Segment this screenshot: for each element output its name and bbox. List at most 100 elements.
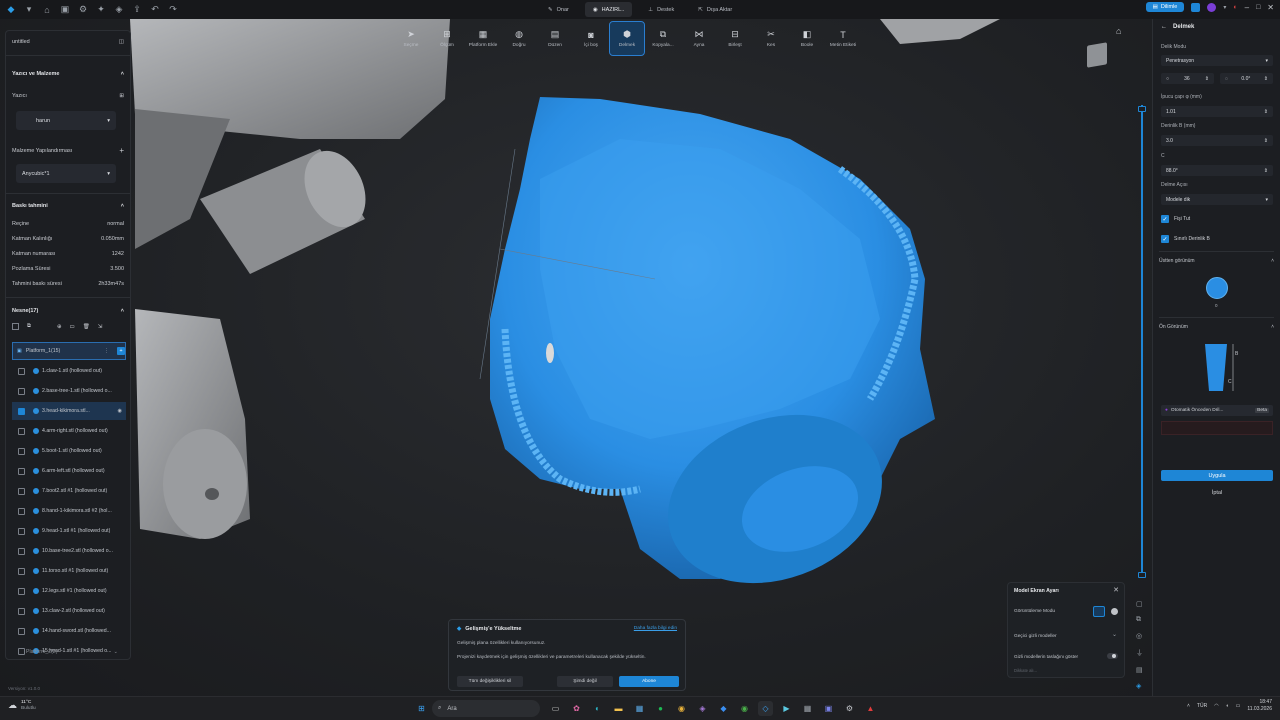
app-badge-icon[interactable] bbox=[1191, 2, 1201, 12]
user-avatar[interactable] bbox=[1207, 2, 1217, 12]
back-arrow-icon[interactable]: ← bbox=[1161, 24, 1167, 30]
object-checkbox[interactable] bbox=[18, 547, 25, 555]
dropdown-icon[interactable]: ▾ bbox=[22, 3, 36, 17]
show-hidden-toggle[interactable] bbox=[1107, 653, 1118, 659]
language-indicator[interactable]: TÜR bbox=[1197, 703, 1207, 709]
stepper-icon[interactable]: ⇕ bbox=[1264, 76, 1268, 82]
printer-select[interactable]: harun ▾ bbox=[16, 111, 116, 130]
keep-tip-checkbox[interactable]: ✓ Fişi Tut bbox=[1161, 215, 1190, 223]
discard-changes-button[interactable]: Tüm değişiklikleri sil bbox=[457, 676, 523, 687]
photos-icon[interactable]: ◆ bbox=[716, 701, 731, 716]
tool-level[interactable]: ◍ Doğru bbox=[502, 22, 536, 55]
chrome-icon[interactable]: ◉ bbox=[674, 701, 689, 716]
undo-icon[interactable]: ↶ bbox=[148, 3, 162, 17]
object-row[interactable]: 8.hand-1-kikimora.stl #2 (hol... bbox=[12, 502, 126, 520]
tab-export[interactable]: ⇱ Dışa Aktar bbox=[690, 2, 740, 17]
tool-mirror[interactable]: ⋈ Ayna bbox=[682, 22, 716, 55]
home-view-icon[interactable]: ⌂ bbox=[1116, 26, 1121, 36]
tool-cut[interactable]: ✂ Kes bbox=[754, 22, 788, 55]
c-input[interactable]: 88.0° ⇕ bbox=[1161, 165, 1273, 176]
object-row[interactable]: 6.arm-left.stl (hollowed out) bbox=[12, 462, 126, 480]
teams-icon[interactable]: ▣ bbox=[821, 701, 836, 716]
edge-icon[interactable]: ◐ bbox=[590, 701, 605, 716]
minimize-icon[interactable]: – bbox=[1245, 3, 1249, 12]
tool-merge[interactable]: ⊟ Birleşt bbox=[718, 22, 752, 55]
menu-chevron-icon[interactable]: ▾ bbox=[1223, 4, 1226, 11]
angle-input[interactable]: ◌ 0.0° ⇕ bbox=[1220, 73, 1273, 84]
tool-drill[interactable]: ⬢ Delmek bbox=[609, 21, 645, 56]
view-layers-icon[interactable]: ⧉ bbox=[1136, 616, 1143, 624]
learn-more-link[interactable]: Daha fazla bilgi edin bbox=[634, 626, 677, 631]
export-icon[interactable]: ⇪ bbox=[130, 3, 144, 17]
layer-slider-track[interactable] bbox=[1141, 105, 1143, 577]
notification-icon[interactable]: ◐ bbox=[1233, 4, 1237, 11]
object-checkbox[interactable] bbox=[18, 467, 25, 475]
gear-icon[interactable]: ⚙ bbox=[76, 3, 90, 17]
object-checkbox[interactable] bbox=[18, 487, 25, 495]
object-checkbox[interactable] bbox=[18, 627, 25, 635]
scene-models[interactable] bbox=[0, 19, 1152, 696]
cancel-button[interactable]: İptal bbox=[1161, 487, 1273, 498]
depth-input[interactable]: 3.0 ⇕ bbox=[1161, 135, 1273, 146]
visibility-eye-icon[interactable]: ◉ bbox=[117, 408, 122, 414]
view-box-icon[interactable]: ▢ bbox=[1136, 600, 1143, 608]
tab-prepare[interactable]: ◉ HAZIRL.. bbox=[584, 2, 633, 17]
object-checkbox[interactable] bbox=[18, 587, 25, 595]
view-cube[interactable] bbox=[1087, 42, 1107, 68]
chrome2-icon[interactable]: ◉ bbox=[737, 701, 752, 716]
object-row[interactable]: 14.hand-sword.stl (hollowed... bbox=[12, 622, 126, 640]
settings-app-icon[interactable]: ⚙ bbox=[842, 701, 857, 716]
object-checkbox[interactable] bbox=[18, 387, 25, 395]
object-checkbox[interactable] bbox=[18, 367, 25, 375]
chevron-up-icon[interactable]: ˄ bbox=[121, 71, 124, 77]
object-checkbox[interactable] bbox=[18, 507, 25, 515]
import-icon[interactable]: ⇲ bbox=[98, 324, 103, 330]
group-icon[interactable]: ⧉ bbox=[27, 323, 31, 330]
copilot-icon[interactable]: ✿ bbox=[569, 701, 584, 716]
tool-arrange[interactable]: ▤ Düzen bbox=[538, 22, 572, 55]
app-icon[interactable]: ◈ bbox=[695, 701, 710, 716]
slicer-app-icon[interactable]: ◇ bbox=[758, 701, 773, 716]
stepper-icon[interactable]: ⇕ bbox=[1264, 138, 1268, 144]
not-now-button[interactable]: Şimdi değil bbox=[557, 676, 613, 687]
media-icon[interactable]: ▶ bbox=[779, 701, 794, 716]
tray-chevron-icon[interactable]: ˄ bbox=[1187, 703, 1190, 709]
3d-viewport[interactable]: ⌂ bbox=[0, 19, 1152, 696]
object-row[interactable]: 4.arm-right.stl (hollowed out) bbox=[12, 422, 126, 440]
subscribe-button[interactable]: Abone bbox=[619, 676, 679, 687]
transparent-chevron-icon[interactable]: ⌄ bbox=[1112, 631, 1117, 638]
close-icon[interactable]: ✕ bbox=[1113, 586, 1119, 594]
layer-slider-bottom-handle[interactable] bbox=[1138, 572, 1146, 578]
apply-button[interactable]: Uygula bbox=[1161, 470, 1273, 481]
maximize-icon[interactable]: □ bbox=[1256, 4, 1260, 11]
view-mode-shaded-icon[interactable] bbox=[1093, 606, 1105, 617]
grid-app-icon[interactable]: ▦ bbox=[800, 701, 815, 716]
select-all-checkbox[interactable] bbox=[12, 323, 19, 330]
material-select[interactable]: Anycubic*1 ▾ bbox=[16, 164, 116, 183]
segments-input[interactable]: ○ 36 ⇕ bbox=[1161, 73, 1214, 84]
acrobat-icon[interactable]: ▲ bbox=[863, 701, 878, 716]
tool-platform-add[interactable]: ▦ Platform Ekle bbox=[466, 22, 500, 55]
weather-widget[interactable]: ☁ 11°C Bulutlu bbox=[8, 700, 36, 712]
project-name[interactable]: untitled bbox=[12, 39, 30, 45]
top-view-header[interactable]: Üstten görünüm ˄ bbox=[1159, 251, 1274, 264]
tool-measure[interactable]: ⊞ Ölçüm bbox=[430, 22, 464, 55]
object-checkbox[interactable] bbox=[18, 527, 25, 535]
object-row[interactable]: 12.legs.stl #1 (hollowed out) bbox=[12, 582, 126, 600]
volume-icon[interactable]: ◖ bbox=[1226, 703, 1229, 709]
object-checkbox[interactable] bbox=[18, 427, 25, 435]
object-checkbox[interactable] bbox=[18, 607, 25, 615]
object-row[interactable]: 2.base-tree-1.stl (hollowed o... bbox=[12, 382, 126, 400]
explorer-icon[interactable]: ▬ bbox=[611, 701, 626, 716]
object-row[interactable]: 1.claw-1.stl (hollowed out) bbox=[12, 362, 126, 380]
stepper-icon[interactable]: ⇕ bbox=[1264, 168, 1268, 174]
layer-slider-top-handle[interactable] bbox=[1138, 106, 1146, 112]
app-logo-icon[interactable]: ◆ bbox=[4, 3, 18, 17]
layers-icon[interactable]: ◈ bbox=[112, 3, 126, 17]
chevron-icon[interactable]: ⌄ bbox=[114, 649, 118, 655]
home-icon[interactable]: ⌂ bbox=[40, 3, 54, 17]
view-orbit-icon[interactable]: ◎ bbox=[1136, 632, 1143, 640]
auto-preview-toggle[interactable]: ● Otomatik Önceden Dril... Beta bbox=[1161, 405, 1273, 416]
view-light-icon[interactable]: ⏚ bbox=[1136, 648, 1143, 658]
folder-icon[interactable]: ▭ bbox=[70, 324, 75, 330]
